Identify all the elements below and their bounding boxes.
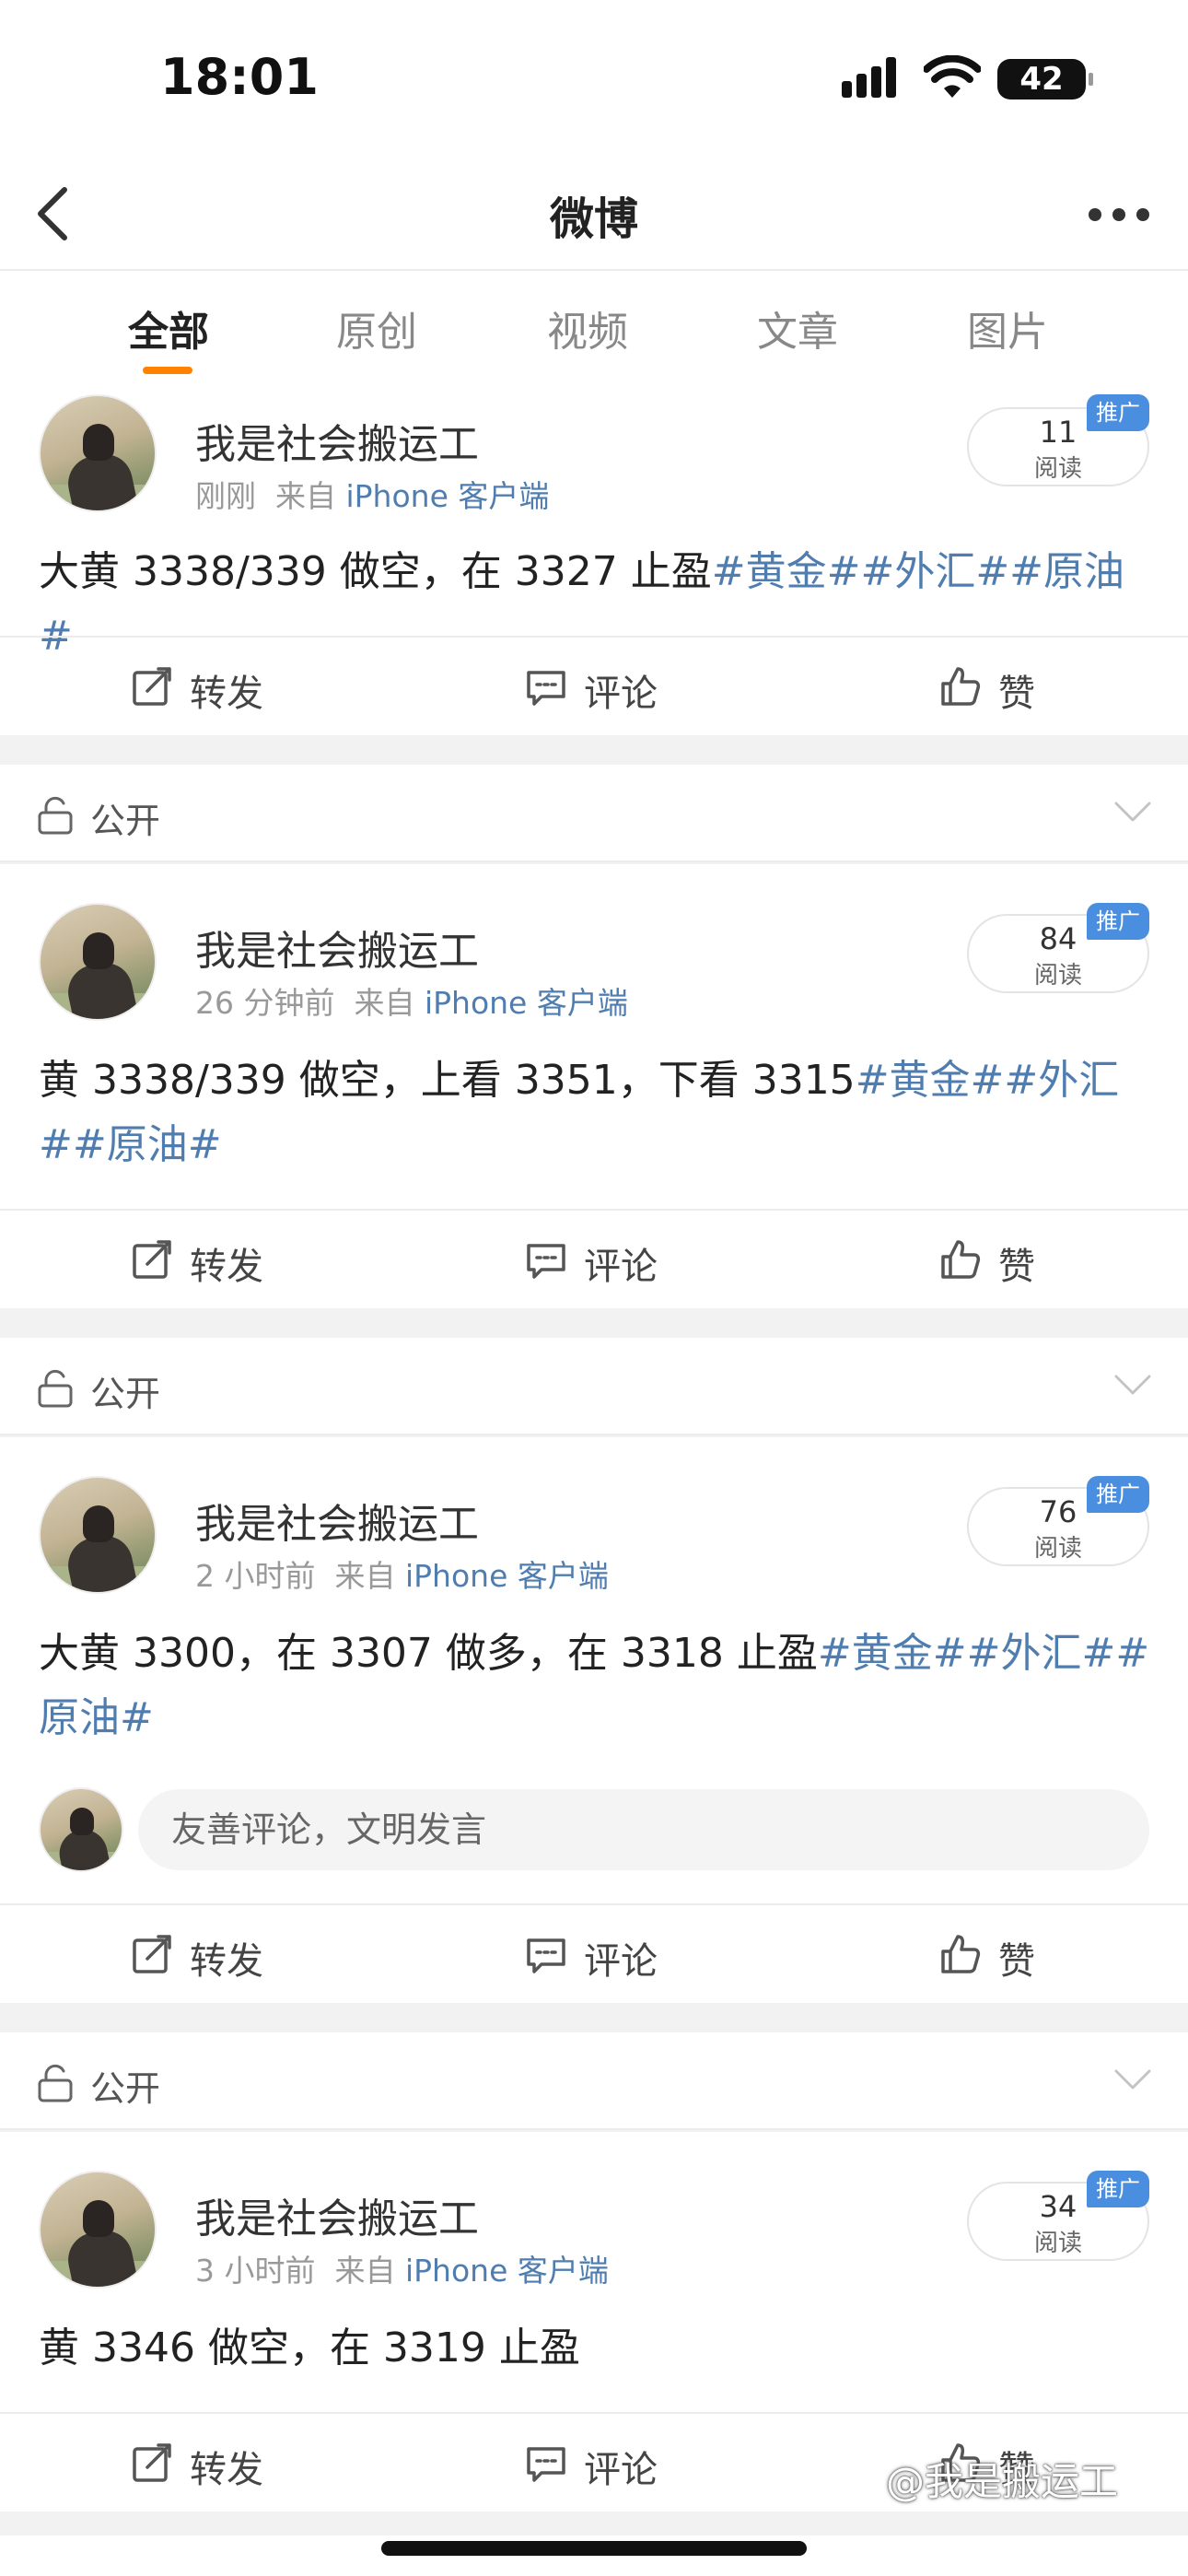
comment-input[interactable]: 友善评论，文明发言 [138,1789,1149,1870]
post-meta: 刚刚 来自 iPhone 客户端 [195,472,549,516]
avatar[interactable] [39,394,157,512]
thumbs-up-icon [941,1935,981,1973]
visibility-label: 公开 [90,1374,161,1414]
read-label: 阅读 [1033,455,1082,483]
read-label: 阅读 [1033,2230,1082,2257]
nav-bar: 微博 [0,157,1188,271]
post-card: 我是社会搬运工 刚刚 来自 iPhone 客户端 11 阅读 推广 大黄 333… [0,380,1188,735]
repost-label: 转发 [190,1246,263,1288]
wifi-icon [924,55,981,98]
repost-label: 转发 [190,1940,263,1983]
post-content: 大黄 3300，在 3307 做多，在 3318 止盈#黄金##外汇##原油# [39,1622,1155,1751]
promote-badge[interactable]: 推广 [1087,394,1149,431]
avatar[interactable] [39,2171,157,2289]
watermark: @我是搬运工 [886,2459,1119,2504]
post-content: 黄 3346 做空，在 3319 止盈 [39,2316,1155,2381]
repost-label: 转发 [190,673,263,715]
tab-video[interactable]: 视频 [547,299,628,357]
post-card: 我是社会搬运工 2 小时前 来自 iPhone 客户端 76 阅读 推广 大黄 … [0,1437,1188,2003]
chevron-down-icon[interactable] [1112,1373,1153,1397]
post-meta: 2 小时前 来自 iPhone 客户端 [195,1551,609,1596]
like-label: 赞 [998,673,1035,715]
repost-icon [133,2443,171,2482]
thumbs-up-icon [941,1240,981,1279]
avatar[interactable] [39,1476,157,1594]
visibility-row[interactable]: 公开 [0,2032,1188,2130]
read-label: 阅读 [1033,962,1082,989]
comment-label: 评论 [584,673,658,715]
post-meta: 3 小时前 来自 iPhone 客户端 [195,2246,609,2290]
post-time: 3 小时前 [195,2253,316,2289]
post-source[interactable]: iPhone 客户端 [425,985,628,1021]
promote-badge[interactable]: 推广 [1087,1476,1149,1513]
post-actions: 转发 评论 赞 [0,636,1188,735]
visibility-label: 公开 [90,801,161,841]
post-username[interactable]: 我是社会搬运工 [195,918,479,977]
post-actions: 转发 评论 赞 [0,1903,1188,2003]
repost-icon [133,667,171,706]
tab-all[interactable]: 全部 [128,299,209,357]
tab-original[interactable]: 原创 [336,299,417,357]
post-text: 大黄 3300，在 3307 做多，在 3318 止盈 [39,1630,818,1677]
comment-icon [527,1938,565,1973]
active-tab-indicator [143,367,192,374]
post-username[interactable]: 我是社会搬运工 [195,1491,479,1550]
comment-label: 评论 [584,1246,658,1288]
post-text: 黄 3346 做空，在 3319 止盈 [39,2324,580,2371]
filter-tabs: 全部 原创 视频 文章 图片 [0,271,1188,380]
visibility-row[interactable]: 公开 [0,1338,1188,1435]
thumbs-up-icon [941,667,981,706]
unlock-icon [38,2064,73,2102]
comment-icon [527,1244,565,1279]
status-bar: 18:01 42 [0,0,1188,157]
like-label: 赞 [998,1246,1035,1288]
post-username[interactable]: 我是社会搬运工 [195,2185,479,2244]
post-time: 刚刚 [195,478,256,514]
post-time: 2 小时前 [195,1558,316,1594]
repost-icon [133,1240,171,1279]
post-source[interactable]: iPhone 客户端 [405,1558,609,1594]
post-text: 黄 3338/339 做空，上看 3351，下看 3315 [39,1057,856,1104]
repost-label: 转发 [190,2449,263,2491]
comment-label: 评论 [584,1940,658,1983]
visibility-label: 公开 [90,2068,161,2109]
avatar[interactable] [39,903,157,1021]
comment-icon [527,671,565,706]
battery-icon: 42 [997,59,1093,100]
status-time: 18:01 [160,48,319,106]
from-prefix: 来自 [334,2253,396,2289]
post-source[interactable]: iPhone 客户端 [405,2253,609,2289]
post-text: 大黄 3338/339 做空，在 3327 止盈 [39,548,712,595]
post-content: 黄 3338/339 做空，上看 3351，下看 3315#黄金##外汇##原油… [39,1048,1155,1177]
my-avatar [39,1787,123,1872]
post-username[interactable]: 我是社会搬运工 [195,411,479,470]
repost-icon [133,1935,171,1973]
post-meta: 26 分钟前 来自 iPhone 客户端 [195,978,628,1023]
from-prefix: 来自 [274,478,336,514]
cellular-signal-icon [842,57,906,98]
unlock-icon [38,1369,73,1408]
promote-badge[interactable]: 推广 [1087,903,1149,940]
post-card: 我是社会搬运工 26 分钟前 来自 iPhone 客户端 84 阅读 推广 黄 … [0,864,1188,1308]
from-prefix: 来自 [334,1558,396,1594]
promote-badge[interactable]: 推广 [1087,2171,1149,2207]
comment-icon [527,2447,565,2482]
visibility-row[interactable]: 公开 [0,765,1188,862]
unlock-icon [38,796,73,835]
tab-article[interactable]: 文章 [757,299,838,357]
post-source[interactable]: iPhone 客户端 [345,478,549,514]
chevron-down-icon[interactable] [1112,2067,1153,2091]
page-title: 微博 [549,193,638,245]
home-indicator[interactable] [381,2541,807,2556]
like-label: 赞 [998,1940,1035,1983]
chevron-down-icon[interactable] [1112,800,1153,824]
read-label: 阅读 [1033,1535,1082,1563]
tab-images[interactable]: 图片 [967,299,1048,357]
post-time: 26 分钟前 [195,985,335,1021]
from-prefix: 来自 [354,985,415,1021]
comment-label: 评论 [584,2449,658,2491]
post-actions: 转发 评论 赞 [0,1209,1188,1308]
more-icon[interactable] [1087,201,1151,228]
